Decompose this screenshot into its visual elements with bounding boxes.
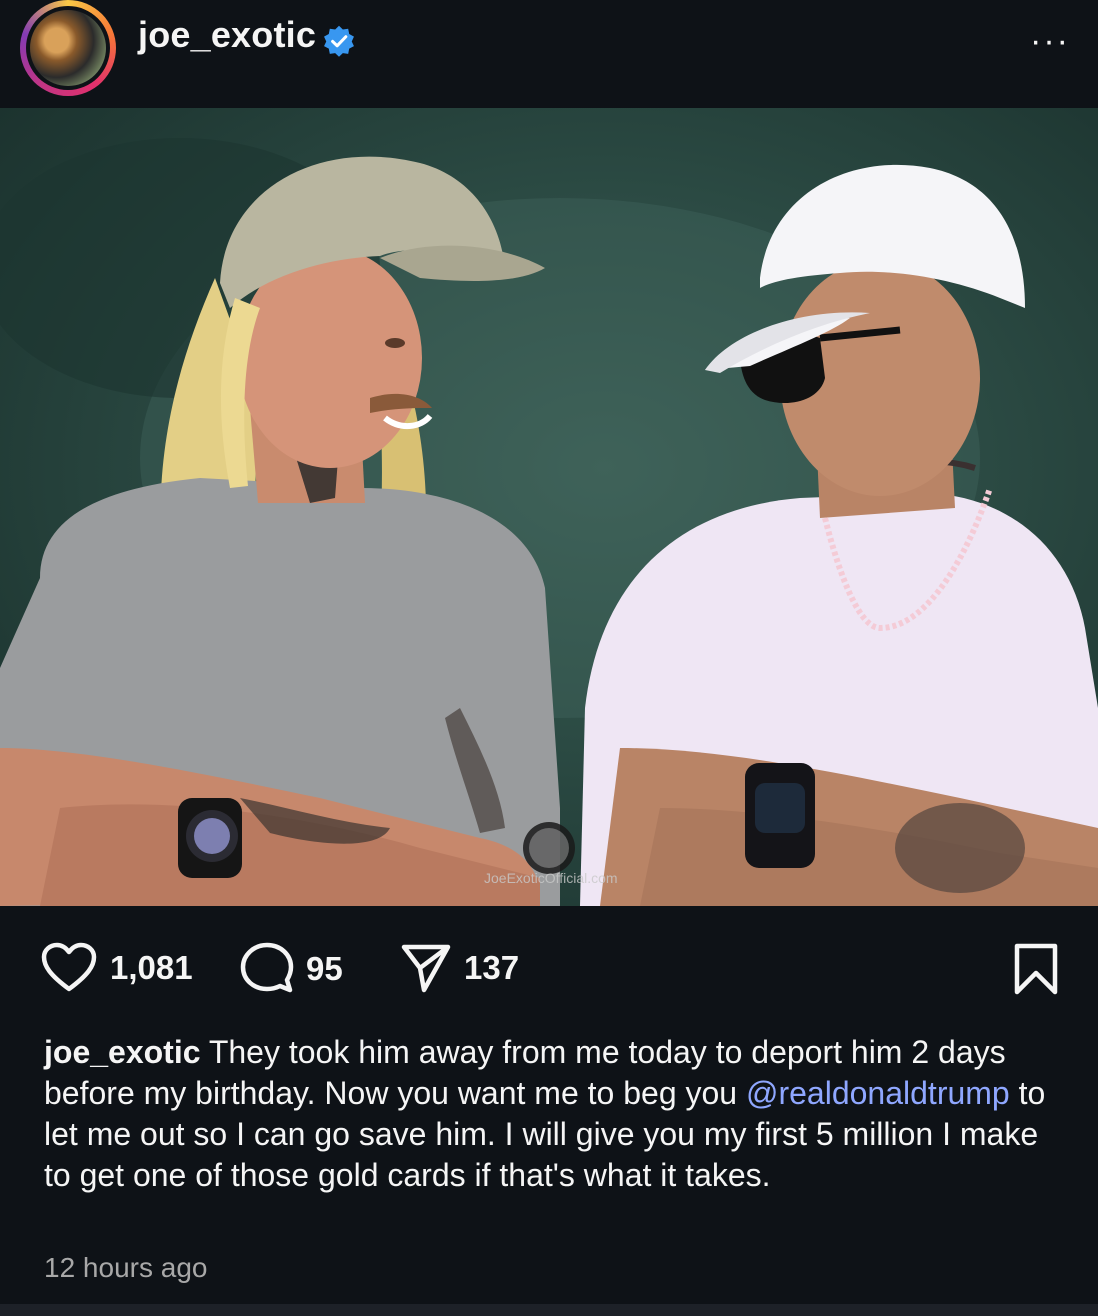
bookmark-icon[interactable]	[1013, 942, 1059, 996]
verified-badge-icon	[324, 25, 354, 57]
photo-watermark: JoeExoticOfficial.com	[484, 870, 618, 886]
post-header: joe_exotic ···	[0, 0, 1098, 106]
comment-count[interactable]: 95	[306, 950, 343, 988]
share-icon[interactable]	[400, 942, 452, 994]
like-count[interactable]: 1,081	[110, 949, 193, 987]
comment-action: 95	[240, 942, 343, 996]
post-caption: joe_exotic They took him away from me to…	[44, 1032, 1054, 1196]
share-action: 137	[400, 942, 519, 994]
comment-icon[interactable]	[240, 942, 294, 996]
story-ring[interactable]	[20, 0, 116, 96]
photo-illustration	[0, 138, 1098, 906]
save-action	[1013, 942, 1059, 996]
profile-avatar-image	[30, 10, 106, 86]
like-action: 1,081	[40, 942, 193, 994]
heart-icon[interactable]	[40, 942, 98, 994]
post-username[interactable]: joe_exotic	[138, 14, 316, 56]
caption-mention-link[interactable]: @realdonaldtrump	[746, 1075, 1010, 1111]
share-count[interactable]: 137	[464, 949, 519, 987]
post-photo[interactable]: JoeExoticOfficial.com	[0, 108, 1098, 906]
post-timestamp: 12 hours ago	[44, 1252, 208, 1283]
more-options-button[interactable]: ···	[1030, 22, 1070, 61]
avatar[interactable]	[26, 6, 110, 90]
instagram-post: joe_exotic ··· JoeExoticOfficial.com 1,0…	[0, 0, 1098, 1316]
bottom-divider	[0, 1304, 1098, 1316]
action-bar: 1,081 95 137	[0, 920, 1098, 1010]
caption-username[interactable]: joe_exotic	[44, 1034, 201, 1070]
